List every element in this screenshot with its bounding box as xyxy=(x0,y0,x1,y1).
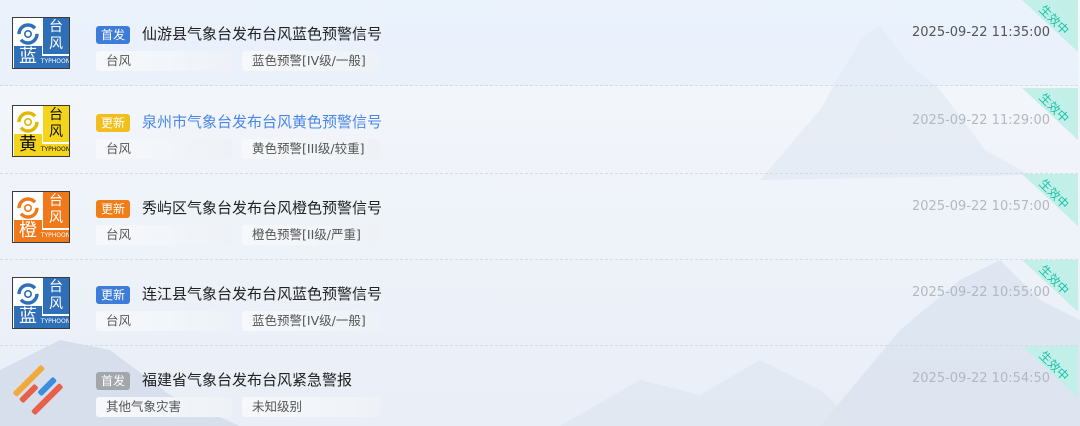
active-ribbon: 生效中 xyxy=(1022,174,1078,226)
category-chip: 台风 xyxy=(96,225,232,245)
level-char: 黄 xyxy=(14,134,42,156)
icon-label-typhoon: 台风 xyxy=(43,278,69,314)
warning-list-item[interactable]: 橙 台风 TYPHOON 更新 秀屿区气象台发布台风橙色预警信号 台风 橙色预警… xyxy=(0,174,1078,260)
status-badge: 更新 xyxy=(96,114,131,132)
icon-label-typhoon: 台风 xyxy=(43,106,69,142)
meteorological-logo-icon xyxy=(13,365,63,415)
level-char: 蓝 xyxy=(14,306,42,328)
warning-list-item[interactable]: 蓝 台风 TYPHOON 首发 仙游县气象台发布台风蓝色预警信号 台风 蓝色预警… xyxy=(0,0,1078,86)
typhoon-swirl-icon xyxy=(17,283,39,305)
level-chip: 橙色预警[II级/严重] xyxy=(242,225,380,245)
warning-list-panel: 蓝 台风 TYPHOON 首发 仙游县气象台发布台风蓝色预警信号 台风 蓝色预警… xyxy=(0,0,1080,426)
active-ribbon: 生效中 xyxy=(1022,260,1078,312)
status-badge: 更新 xyxy=(96,286,131,304)
category-chip: 台风 xyxy=(96,139,232,159)
warning-title[interactable]: 秀屿区气象台发布台风橙色预警信号 xyxy=(142,196,382,220)
level-chip: 未知级别 xyxy=(242,397,380,417)
status-badge: 首发 xyxy=(96,372,131,390)
typhoon-swirl-icon xyxy=(17,197,39,219)
warning-list-item[interactable]: 蓝 台风 TYPHOON 更新 连江县气象台发布台风蓝色预警信号 台风 蓝色预警… xyxy=(0,260,1078,346)
warning-title[interactable]: 连江县气象台发布台风蓝色预警信号 xyxy=(142,282,382,306)
typhoon-swirl-icon xyxy=(17,23,39,45)
level-char: 蓝 xyxy=(14,46,42,68)
category-chip: 台风 xyxy=(96,311,232,331)
status-badge: 更新 xyxy=(96,200,131,218)
warning-title[interactable]: 泉州市气象台发布台风黄色预警信号 xyxy=(142,110,382,134)
warning-list-item[interactable]: 首发 福建省气象台发布台风紧急警报 其他气象灾害 未知级别 2025-09-22… xyxy=(0,346,1078,426)
category-chip: 其他气象灾害 xyxy=(96,397,232,417)
level-char: 橙 xyxy=(14,220,42,242)
typhoon-warning-icon: 蓝 台风 TYPHOON xyxy=(12,277,70,329)
active-ribbon: 生效中 xyxy=(1022,88,1078,140)
typhoon-english-label: TYPHOON xyxy=(40,230,69,242)
level-chip: 蓝色预警[IV级/一般] xyxy=(242,51,380,71)
typhoon-warning-icon: 黄 台风 TYPHOON xyxy=(12,105,70,157)
level-chip: 黄色预警[III级/较重] xyxy=(242,139,380,159)
category-chip: 台风 xyxy=(96,51,232,71)
typhoon-swirl-icon xyxy=(17,111,39,133)
active-ribbon: 生效中 xyxy=(1022,0,1078,52)
warning-title[interactable]: 福建省气象台发布台风紧急警报 xyxy=(142,368,352,392)
typhoon-english-label: TYPHOON xyxy=(40,316,69,328)
typhoon-english-label: TYPHOON xyxy=(40,56,69,68)
status-badge: 首发 xyxy=(96,26,131,44)
warning-list-item[interactable]: 黄 台风 TYPHOON 更新 泉州市气象台发布台风黄色预警信号 台风 黄色预警… xyxy=(0,88,1078,174)
icon-label-typhoon: 台风 xyxy=(43,192,69,228)
typhoon-warning-icon: 蓝 台风 TYPHOON xyxy=(12,17,70,69)
active-ribbon: 生效中 xyxy=(1022,346,1078,398)
icon-label-typhoon: 台风 xyxy=(43,18,69,54)
level-chip: 蓝色预警[IV级/一般] xyxy=(242,311,380,331)
warning-title[interactable]: 仙游县气象台发布台风蓝色预警信号 xyxy=(142,22,382,46)
typhoon-warning-icon: 橙 台风 TYPHOON xyxy=(12,191,70,243)
typhoon-english-label: TYPHOON xyxy=(40,144,69,156)
